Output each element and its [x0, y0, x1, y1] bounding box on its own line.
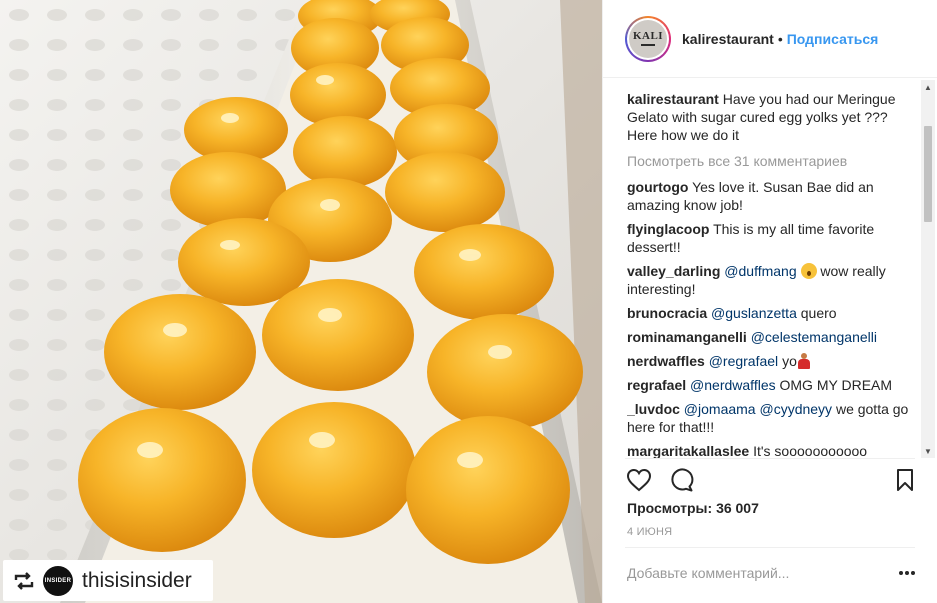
list-item: nerdwaffles @regrafael yo: [627, 352, 917, 370]
views-value: 36 007: [716, 500, 759, 516]
header-dot: •: [777, 30, 783, 47]
comment-mention-2[interactable]: @cyydneyy: [759, 401, 832, 417]
dancer-emoji-icon: [797, 353, 811, 369]
list-item: _luvdoc @jomaama @cyydneyy we gotta go h…: [627, 400, 917, 436]
more-options-button[interactable]: [897, 565, 917, 581]
views-count: Просмотры: 36 007: [627, 500, 759, 516]
post-sidebar: KALI kalirestaurant • Подписаться kalire…: [602, 0, 937, 603]
list-item: regrafael @nerdwaffles OMG MY DREAM: [627, 376, 917, 394]
follow-button[interactable]: Подписаться: [787, 31, 879, 47]
list-item: valley_darling @duffmang wow really inte…: [627, 262, 917, 298]
egg-yolks-image: [0, 0, 602, 603]
post-header: KALI kalirestaurant • Подписаться: [603, 0, 937, 78]
bookmark-icon: [897, 469, 913, 491]
scroll-up-arrow-icon[interactable]: ▲: [921, 80, 935, 94]
repost-icon: [11, 568, 37, 594]
comment-mention[interactable]: @celestemanganelli: [751, 329, 877, 345]
comment-mention[interactable]: @duffmang: [724, 263, 796, 279]
kali-logo-dash: [641, 44, 655, 46]
more-dot: [899, 571, 903, 575]
scroll-down-arrow-icon[interactable]: ▼: [921, 444, 935, 458]
post-date[interactable]: 4 ИЮНЯ: [627, 526, 672, 538]
scrollbar-thumb[interactable]: [924, 126, 932, 222]
comment-button[interactable]: [667, 466, 695, 494]
comment-mention[interactable]: @nerdwaffles: [690, 377, 776, 393]
comment-username[interactable]: _luvdoc: [627, 401, 680, 417]
comment-text: quero: [800, 305, 837, 321]
avatar-border: KALI: [627, 17, 669, 60]
comment-username[interactable]: brunocracia: [627, 305, 707, 321]
insider-avatar-text: INSIDER: [44, 577, 72, 584]
comment-username[interactable]: gourtogo: [627, 179, 688, 195]
kali-logo: KALI: [629, 19, 667, 58]
comment-mention[interactable]: @jomaama: [684, 401, 756, 417]
divider: [625, 547, 915, 548]
avatar[interactable]: KALI: [625, 15, 671, 62]
comments-list[interactable]: kalirestaurant Have you had our Meringue…: [627, 90, 917, 458]
instagram-post: INSIDER thisisinsider KALI kalirestauran…: [0, 0, 937, 603]
insider-avatar: INSIDER: [43, 565, 73, 596]
comment-mention[interactable]: @guslanzetta: [711, 305, 797, 321]
action-bar: [625, 466, 917, 496]
comment-username[interactable]: rominamanganelli: [627, 329, 747, 345]
save-button[interactable]: [891, 466, 919, 494]
list-item: brunocracia @guslanzetta quero: [627, 304, 917, 322]
comment-text: yo: [782, 353, 797, 369]
repost-badge: INSIDER thisisinsider: [3, 560, 213, 601]
list-item: rominamanganelli @celestemanganelli: [627, 328, 917, 346]
comments-scrollbar[interactable]: ▲ ▼: [921, 80, 935, 458]
comment-text: It's sooooooooooo: [753, 443, 868, 458]
list-item: margaritakallaslee It's sooooooooooo: [627, 442, 917, 458]
heart-icon: [626, 468, 652, 492]
kali-logo-text: KALI: [632, 30, 664, 42]
divider: [625, 458, 915, 459]
caption: kalirestaurant Have you had our Meringue…: [627, 90, 917, 144]
comment-username[interactable]: valley_darling: [627, 263, 720, 279]
repost-source-name: thisisinsider: [82, 568, 192, 592]
surprised-emoji-icon: [800, 263, 817, 279]
more-dot: [905, 571, 909, 575]
list-item: flyinglacoop This is my all time favorit…: [627, 220, 917, 256]
comment-username[interactable]: flyinglacoop: [627, 221, 709, 237]
comment-username[interactable]: margaritakallaslee: [627, 443, 749, 458]
comment-username[interactable]: nerdwaffles: [627, 353, 705, 369]
add-comment-input[interactable]: [627, 558, 877, 588]
comment-mention[interactable]: @regrafael: [709, 353, 778, 369]
more-dot: [911, 571, 915, 575]
caption-username[interactable]: kalirestaurant: [627, 91, 719, 107]
post-video[interactable]: INSIDER thisisinsider: [0, 0, 602, 603]
views-label: Просмотры:: [627, 500, 713, 516]
comment-text: OMG MY DREAM: [779, 377, 893, 393]
comment-icon: [671, 468, 694, 492]
comment-username[interactable]: regrafael: [627, 377, 686, 393]
view-all-comments-link[interactable]: Посмотреть все 31 комментариев: [627, 152, 917, 170]
list-item: gourtogo Yes love it. Susan Bae did an a…: [627, 178, 917, 214]
header-username[interactable]: kalirestaurant: [682, 31, 774, 47]
like-button[interactable]: [625, 466, 653, 494]
